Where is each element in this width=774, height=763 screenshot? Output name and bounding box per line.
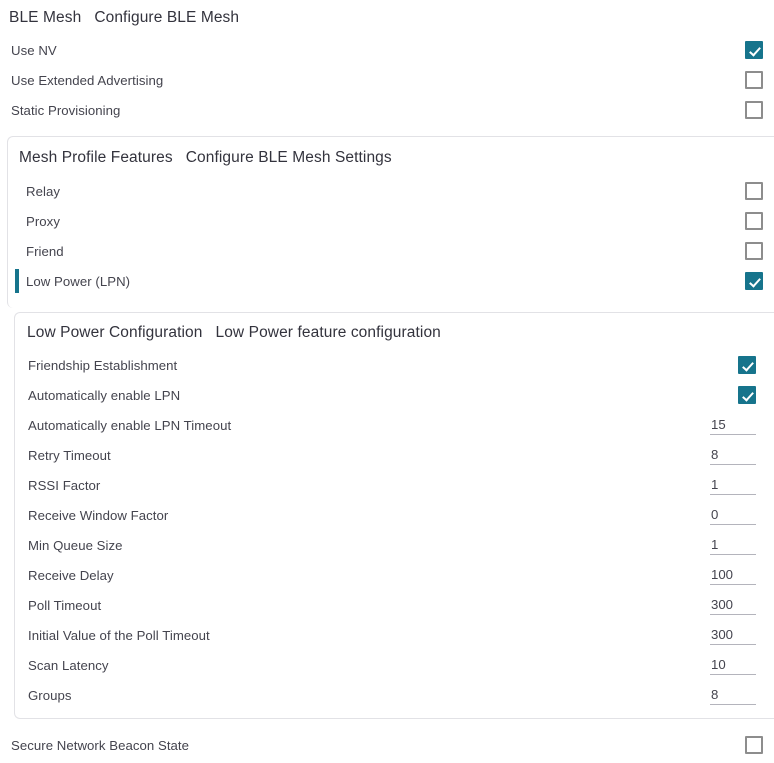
setting-label-relay: Relay	[26, 183, 60, 199]
setting-label-initial-value-of-the-poll-timeout: Initial Value of the Poll Timeout	[28, 627, 210, 643]
mesh-profile-features-rows: Relay Proxy Friend Low Power (LPN)	[8, 167, 774, 296]
setting-label-min-queue-size: Min Queue Size	[28, 537, 123, 553]
setting-row-use-nv: Use NV	[11, 35, 763, 65]
setting-label-friendship-establishment: Friendship Establishment	[28, 357, 178, 373]
setting-row-poll-timeout: Poll Timeout	[28, 590, 756, 620]
setting-row-low-power-lpn: Low Power (LPN)	[15, 266, 763, 296]
checkbox-low-power-lpn[interactable]	[745, 272, 763, 290]
setting-label-proxy: Proxy	[26, 213, 60, 229]
ble-mesh-section-header: BLE Mesh Configure BLE Mesh	[0, 0, 774, 27]
setting-control-min-queue-size	[710, 535, 756, 555]
setting-control-retry-timeout	[710, 445, 756, 465]
setting-control-automatically-enable-lpn-timeout	[710, 415, 756, 435]
checkbox-proxy[interactable]	[745, 212, 763, 230]
input-scan-latency[interactable]	[710, 655, 756, 675]
setting-row-min-queue-size: Min Queue Size	[28, 530, 756, 560]
trailing-rows: Secure Network Beacon State	[11, 730, 763, 760]
input-receive-delay[interactable]	[710, 565, 756, 585]
setting-row-friendship-establishment: Friendship Establishment	[28, 350, 756, 380]
low-power-configuration-description: Low Power feature configuration	[215, 324, 441, 341]
input-min-queue-size[interactable]	[710, 535, 756, 555]
setting-row-relay: Relay	[26, 176, 763, 206]
checkbox-static-provisioning[interactable]	[745, 101, 763, 119]
setting-label-receive-window-factor: Receive Window Factor	[28, 507, 169, 523]
low-power-configuration-rows: Friendship Establishment Automatically en…	[15, 342, 774, 710]
setting-control-initial-value-of-the-poll-timeout	[710, 625, 756, 645]
setting-label-low-power-lpn: Low Power (LPN)	[26, 273, 131, 289]
setting-label-retry-timeout: Retry Timeout	[28, 447, 111, 463]
ble-mesh-section-rows: Use NV Use Extended Advertising Static Pro…	[0, 27, 774, 125]
mesh-profile-features-header: Mesh Profile Features Configure BLE Mesh…	[8, 137, 774, 167]
setting-row-rssi-factor: RSSI Factor	[28, 470, 756, 500]
checkbox-secure-network-beacon-state[interactable]	[745, 736, 763, 754]
setting-label-receive-delay: Receive Delay	[28, 567, 114, 583]
checkbox-friend[interactable]	[745, 242, 763, 260]
setting-label-rssi-factor: RSSI Factor	[28, 477, 101, 493]
input-poll-timeout[interactable]	[710, 595, 756, 615]
setting-control-low-power-lpn	[745, 272, 763, 290]
setting-control-static-provisioning	[745, 101, 763, 119]
setting-row-scan-latency: Scan Latency	[28, 650, 756, 680]
setting-control-receive-delay	[710, 565, 756, 585]
input-receive-window-factor[interactable]	[710, 505, 756, 525]
setting-row-automatically-enable-lpn-timeout: Automatically enable LPN Timeout	[28, 410, 756, 440]
setting-row-use-extended-advertising: Use Extended Advertising	[11, 65, 763, 95]
input-groups[interactable]	[710, 685, 756, 705]
setting-control-rssi-factor	[710, 475, 756, 495]
ble-mesh-configuration-page: BLE Mesh Configure BLE Mesh Use NV Use Ex…	[0, 0, 774, 763]
setting-row-groups: Groups	[28, 680, 756, 710]
setting-row-receive-window-factor: Receive Window Factor	[28, 500, 756, 530]
ble-mesh-section-description: Configure BLE Mesh	[94, 9, 240, 26]
setting-control-use-extended-advertising	[745, 71, 763, 89]
setting-control-friend	[745, 242, 763, 260]
input-retry-timeout[interactable]	[710, 445, 756, 465]
setting-control-scan-latency	[710, 655, 756, 675]
setting-control-receive-window-factor	[710, 505, 756, 525]
setting-label-automatically-enable-lpn-timeout: Automatically enable LPN Timeout	[28, 417, 232, 433]
checkbox-automatically-enable-lpn[interactable]	[738, 386, 756, 404]
checkbox-relay[interactable]	[745, 182, 763, 200]
setting-row-retry-timeout: Retry Timeout	[28, 440, 756, 470]
setting-label-static-provisioning: Static Provisioning	[11, 102, 121, 118]
setting-row-friend: Friend	[26, 236, 763, 266]
checkbox-friendship-establishment[interactable]	[738, 356, 756, 374]
setting-label-groups: Groups	[28, 687, 72, 703]
checkbox-use-nv[interactable]	[745, 41, 763, 59]
setting-label-use-extended-advertising: Use Extended Advertising	[11, 72, 164, 88]
setting-row-automatically-enable-lpn: Automatically enable LPN	[28, 380, 756, 410]
mesh-profile-features-panel: Mesh Profile Features Configure BLE Mesh…	[7, 136, 774, 308]
setting-control-automatically-enable-lpn	[738, 386, 756, 404]
setting-label-use-nv: Use NV	[11, 42, 57, 58]
input-initial-value-of-the-poll-timeout[interactable]	[710, 625, 756, 645]
setting-row-secure-network-beacon-state: Secure Network Beacon State	[11, 730, 763, 760]
setting-control-friendship-establishment	[738, 356, 756, 374]
setting-row-initial-value-of-the-poll-timeout: Initial Value of the Poll Timeout	[28, 620, 756, 650]
ble-mesh-section-title: BLE Mesh	[9, 9, 82, 26]
setting-row-proxy: Proxy	[26, 206, 763, 236]
setting-row-static-provisioning: Static Provisioning	[11, 95, 763, 125]
mesh-profile-features-title: Mesh Profile Features	[19, 149, 173, 166]
setting-label-secure-network-beacon-state: Secure Network Beacon State	[11, 737, 190, 753]
low-power-configuration-title: Low Power Configuration	[27, 324, 203, 341]
input-rssi-factor[interactable]	[710, 475, 756, 495]
input-automatically-enable-lpn-timeout[interactable]	[710, 415, 756, 435]
setting-label-automatically-enable-lpn: Automatically enable LPN	[28, 387, 181, 403]
setting-control-proxy	[745, 212, 763, 230]
setting-control-secure-network-beacon-state	[745, 736, 763, 754]
checkbox-use-extended-advertising[interactable]	[745, 71, 763, 89]
setting-control-relay	[745, 182, 763, 200]
setting-label-scan-latency: Scan Latency	[28, 657, 109, 673]
mesh-profile-features-description: Configure BLE Mesh Settings	[185, 149, 392, 166]
low-power-configuration-panel: Low Power Configuration Low Power featur…	[14, 312, 774, 719]
setting-label-poll-timeout: Poll Timeout	[28, 597, 102, 613]
setting-control-groups	[710, 685, 756, 705]
setting-label-friend: Friend	[26, 243, 64, 259]
low-power-configuration-header: Low Power Configuration Low Power featur…	[15, 313, 774, 342]
setting-row-receive-delay: Receive Delay	[28, 560, 756, 590]
setting-control-use-nv	[745, 41, 763, 59]
setting-control-poll-timeout	[710, 595, 756, 615]
ble-mesh-section: BLE Mesh Configure BLE Mesh Use NV Use Ex…	[0, 0, 774, 125]
